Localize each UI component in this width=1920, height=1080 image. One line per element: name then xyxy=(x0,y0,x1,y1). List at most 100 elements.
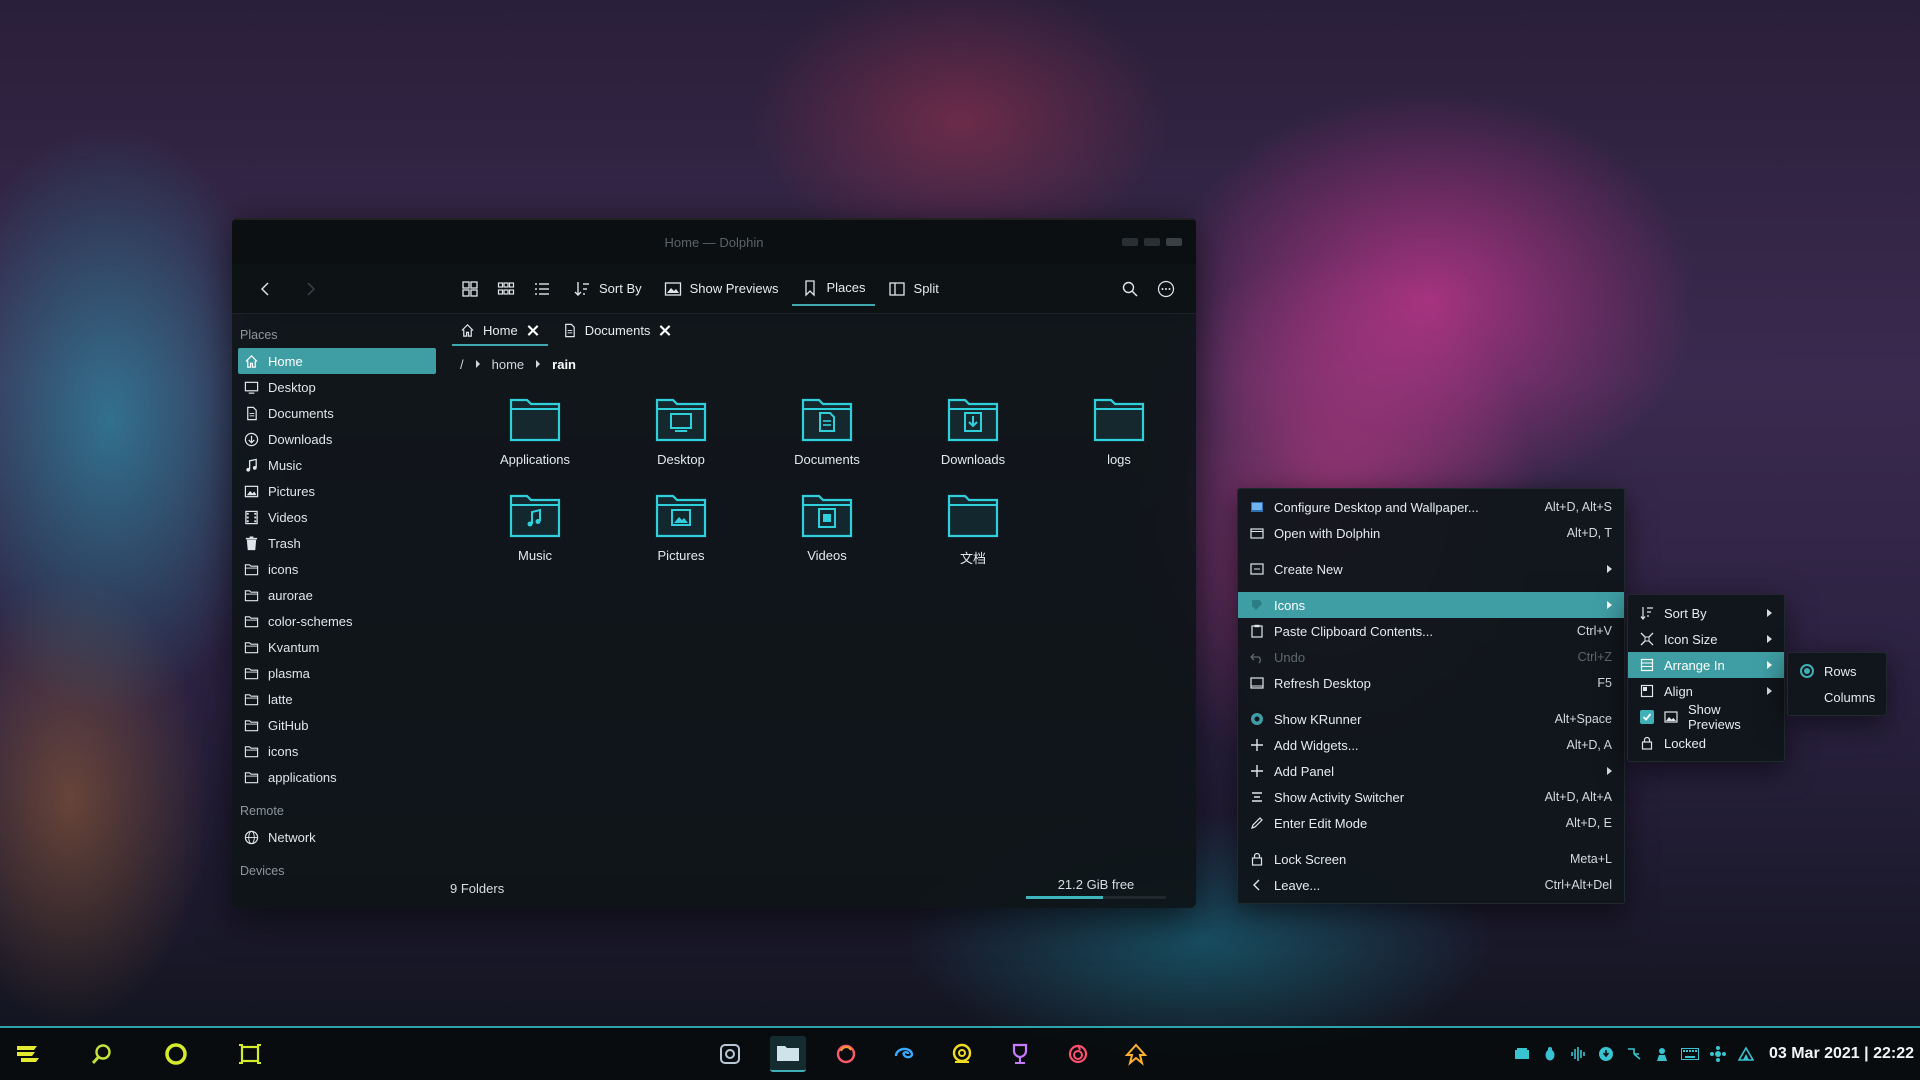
sidebar-item-downloads[interactable]: Downloads xyxy=(238,426,436,452)
folder-item[interactable]: Downloads xyxy=(900,388,1046,484)
close-icon[interactable] xyxy=(658,323,672,337)
search-icon[interactable] xyxy=(88,1040,116,1068)
folder-item[interactable]: Videos xyxy=(754,484,900,580)
details-view-button[interactable] xyxy=(524,272,560,306)
sidebar-item-icons[interactable]: icons xyxy=(238,738,436,764)
sidebar-item-documents[interactable]: Documents xyxy=(238,400,436,426)
breadcrumb-root[interactable]: / xyxy=(460,357,464,372)
sidebar-item-color-schemes[interactable]: color-schemes xyxy=(238,608,436,634)
folder-item[interactable]: Applications xyxy=(462,388,608,484)
menu-item-paste-clipboard-contents[interactable]: Paste Clipboard Contents... Ctrl+V xyxy=(1238,618,1624,644)
activity-icon[interactable] xyxy=(236,1040,264,1068)
menu-item-icon-size[interactable]: Icon Size xyxy=(1628,626,1784,652)
circle-icon[interactable] xyxy=(162,1040,190,1068)
user-icon[interactable] xyxy=(1653,1045,1671,1063)
split-button[interactable]: Split xyxy=(879,272,948,306)
sidebar-item-github[interactable]: GitHub xyxy=(238,712,436,738)
places-button[interactable]: Places xyxy=(791,272,875,306)
folder-item[interactable]: Music xyxy=(462,484,608,580)
menu-item-arrange-in[interactable]: Arrange In xyxy=(1628,652,1784,678)
undo-icon xyxy=(1250,650,1264,664)
sidebar-item-latte[interactable]: latte xyxy=(238,686,436,712)
update-icon[interactable] xyxy=(1597,1045,1615,1063)
wifi-icon[interactable] xyxy=(1737,1045,1755,1063)
sidebar-item-trash[interactable]: Trash xyxy=(238,530,436,556)
menu-item-show-krunner[interactable]: Show KRunner Alt+Space xyxy=(1238,706,1624,732)
drive-icon[interactable] xyxy=(1513,1045,1531,1063)
more-icon xyxy=(1157,280,1175,297)
menu-item-icons[interactable]: Icons xyxy=(1238,592,1624,618)
menu-icon[interactable] xyxy=(14,1040,42,1068)
sidebar-item-applications[interactable]: applications xyxy=(238,764,436,790)
clock[interactable]: 03 Mar 2021 | 22:22 xyxy=(1769,1045,1914,1063)
menu-item-configure-desktop-and-wallpaper[interactable]: Configure Desktop and Wallpaper... Alt+D,… xyxy=(1238,494,1624,520)
sidebar-item-label: color-schemes xyxy=(268,613,353,629)
menu-item-align[interactable]: Align xyxy=(1628,678,1784,704)
sidebar-item-network[interactable]: Network xyxy=(238,824,436,850)
dolphin-icon[interactable] xyxy=(770,1036,806,1072)
menu-item-create-new[interactable]: Create New xyxy=(1238,556,1624,582)
edge-icon[interactable] xyxy=(886,1036,922,1072)
bug-icon[interactable] xyxy=(1541,1045,1559,1063)
kup-icon[interactable] xyxy=(1118,1036,1154,1072)
sidebar-item-aurorae[interactable]: aurorae xyxy=(238,582,436,608)
folder-item[interactable]: logs xyxy=(1046,388,1192,484)
firefox-icon[interactable] xyxy=(828,1036,864,1072)
sidebar-item-icons[interactable]: icons xyxy=(238,556,436,582)
settings-tray-icon[interactable] xyxy=(1709,1045,1727,1063)
menu-item-rows[interactable]: Rows xyxy=(1788,658,1886,684)
sidebar-item-pictures[interactable]: Pictures xyxy=(238,478,436,504)
search-button[interactable] xyxy=(1112,272,1148,306)
sidebar-item-kvantum[interactable]: Kvantum xyxy=(238,634,436,660)
keyboard-icon[interactable] xyxy=(1680,1045,1699,1063)
trophy-icon[interactable] xyxy=(1002,1036,1038,1072)
chat-icon[interactable] xyxy=(944,1036,980,1072)
sidebar-item-label: Videos xyxy=(268,509,308,525)
close-icon[interactable] xyxy=(526,323,540,337)
show-previews-label: Show Previews xyxy=(689,281,779,296)
breadcrumb-part[interactable]: rain xyxy=(552,357,576,372)
menu-item-add-panel[interactable]: Add Panel xyxy=(1238,758,1624,784)
menu-item-sort-by[interactable]: Sort By xyxy=(1628,600,1784,626)
sidebar-item-home[interactable]: Home xyxy=(238,348,436,374)
menu-item-leave[interactable]: Leave... Ctrl+Alt+Del xyxy=(1238,872,1624,898)
menu-item-undo[interactable]: Undo Ctrl+Z xyxy=(1238,644,1624,670)
sort-by-button[interactable]: Sort By xyxy=(564,272,651,306)
icons-view-button[interactable] xyxy=(452,272,488,306)
menu-item-refresh-desktop[interactable]: Refresh Desktop F5 xyxy=(1238,670,1624,696)
menu-item-show-activity-switcher[interactable]: Show Activity Switcher Alt+D, Alt+A xyxy=(1238,784,1624,810)
spiral-icon[interactable] xyxy=(1060,1036,1096,1072)
menu-item-open-with-dolphin[interactable]: Open with Dolphin Alt+D, T xyxy=(1238,520,1624,546)
sidebar-item-music[interactable]: Music xyxy=(238,452,436,478)
show-previews-button[interactable]: Show Previews xyxy=(655,272,788,306)
arrange-in-submenu: Rows Columns xyxy=(1787,652,1887,716)
minimize-button[interactable] xyxy=(1122,238,1138,246)
folder-item[interactable]: Pictures xyxy=(608,484,754,580)
close-button[interactable] xyxy=(1166,238,1182,246)
menu-item-add-widgets[interactable]: Add Widgets... Alt+D, A xyxy=(1238,732,1624,758)
window-titlebar[interactable]: Home — Dolphin xyxy=(232,218,1196,264)
compact-view-button[interactable] xyxy=(488,272,524,306)
screenshot-icon[interactable] xyxy=(712,1036,748,1072)
menu-item-lock-screen[interactable]: Lock Screen Meta+L xyxy=(1238,846,1624,872)
menu-item-show-previews[interactable]: Show Previews xyxy=(1628,702,1784,732)
menu-item-columns[interactable]: Columns xyxy=(1788,684,1886,710)
tab-documents[interactable]: Documents xyxy=(554,316,681,346)
more-button[interactable] xyxy=(1148,272,1184,306)
folder-item[interactable]: Desktop xyxy=(608,388,754,484)
menu-item-locked[interactable]: Locked xyxy=(1628,730,1784,756)
audio-icon[interactable] xyxy=(1569,1045,1587,1063)
sidebar-item-desktop[interactable]: Desktop xyxy=(238,374,436,400)
radio-icon xyxy=(1800,664,1814,678)
maximize-button[interactable] xyxy=(1144,238,1160,246)
folder-item[interactable]: Documents xyxy=(754,388,900,484)
tab-home[interactable]: Home xyxy=(452,316,548,346)
back-button[interactable] xyxy=(244,272,288,306)
menu-item-enter-edit-mode[interactable]: Enter Edit Mode Alt+D, E xyxy=(1238,810,1624,836)
forward-button[interactable] xyxy=(288,272,332,306)
sidebar-item-plasma[interactable]: plasma xyxy=(238,660,436,686)
breadcrumb-part[interactable]: home xyxy=(492,357,525,372)
network-tray-icon[interactable] xyxy=(1625,1045,1643,1063)
sidebar-item-videos[interactable]: Videos xyxy=(238,504,436,530)
folder-item[interactable]: 文档 xyxy=(900,484,1046,580)
